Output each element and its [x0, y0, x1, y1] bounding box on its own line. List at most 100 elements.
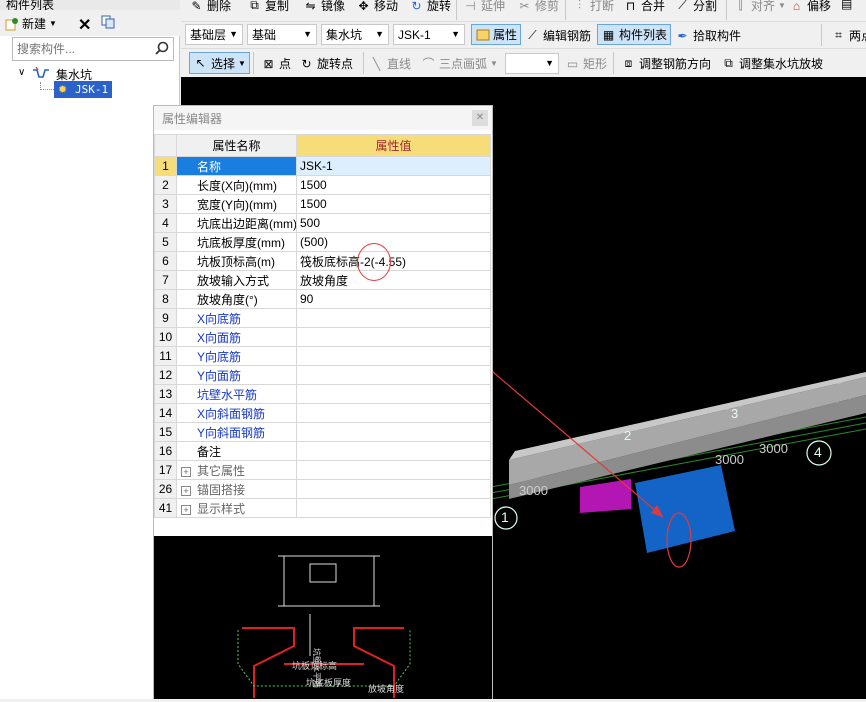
delete-button[interactable]: ✎ 删除	[189, 0, 231, 14]
offset-button[interactable]: ⌂ 偏移	[789, 0, 831, 14]
type-value: 集水坑	[326, 28, 363, 42]
extend-label: 延伸	[481, 0, 506, 13]
line-label: 直线	[387, 57, 412, 71]
offset-icon: ⌂	[792, 0, 801, 13]
point-button[interactable]: ⊠ 点	[261, 55, 291, 72]
select-button[interactable]: ↖ 选择 ▼	[189, 52, 250, 74]
rotate-point-button[interactable]: ↻ 旋转点	[299, 55, 353, 72]
rebar-icon: ⟋	[528, 28, 537, 42]
table-row[interactable]: 8 放坡角度(°) 90	[154, 289, 491, 309]
arc-button[interactable]: ⌒ 三点画弧 ▼	[421, 55, 497, 72]
two-points-label: 两点	[849, 29, 866, 43]
tree-item-label: JSK-1	[75, 83, 109, 96]
mirror-label: 镜像	[321, 0, 346, 13]
table-row-group[interactable]: 17 + 其它属性	[154, 460, 491, 480]
dim-label-3: 3000	[759, 441, 788, 456]
table-row[interactable]: 6 坑板顶标高(m) 筏板底标高-2(-4.55)	[154, 251, 491, 271]
rotate-button[interactable]: ↻ 旋转	[409, 0, 451, 14]
break-label: 打断	[590, 0, 615, 13]
axis-label-1: 1	[501, 509, 509, 525]
tree-item-jsk-1[interactable]: ✹ JSK-1	[54, 81, 112, 98]
table-row[interactable]: 12 Y向面筋	[154, 365, 491, 385]
expand-icon[interactable]: +	[181, 485, 191, 496]
adjust-rebar-button[interactable]: ⧈ 调整钢筋方向	[621, 55, 711, 72]
search-icon[interactable]	[155, 41, 169, 58]
left-toolbar: 新建 ▼ ✕	[0, 10, 180, 36]
arc-mode-select[interactable]: ▼	[505, 53, 559, 74]
copy-button[interactable]: ⧉ 复制	[247, 0, 289, 14]
dim-label-1: 3000	[519, 483, 548, 498]
table-row[interactable]: 3 宽度(Y向)(mm) 1500	[154, 194, 491, 214]
type-select[interactable]: 集水坑 ▼	[321, 24, 389, 45]
pick-button[interactable]: ✒ 拾取构件	[675, 27, 741, 44]
component-select[interactable]: JSK-1 ▼	[393, 24, 465, 45]
table-row[interactable]: 9 X向底筋	[154, 308, 491, 328]
new-button[interactable]: 新建 ▼	[4, 15, 57, 32]
property-button[interactable]: 属性	[471, 24, 522, 45]
move-button[interactable]: ✥ 移动	[356, 0, 398, 14]
two-points-button[interactable]: ⌗ 两点	[831, 27, 866, 44]
break-button[interactable]: ⫶ 打断	[572, 0, 614, 14]
category-select[interactable]: 基础 ▼	[247, 24, 317, 45]
table-row[interactable]: 7 放坡输入方式 放坡角度	[154, 270, 491, 290]
component-list-button[interactable]: ▦ 构件列表	[597, 24, 672, 45]
mirror-button[interactable]: ⇋ 镜像	[303, 0, 345, 14]
two-points-icon: ⌗	[835, 28, 842, 42]
table-row-group[interactable]: 41 + 显示样式	[154, 498, 491, 518]
adjust-slope-button[interactable]: ⧉ 调整集水坑放坡	[721, 55, 823, 72]
point-label: 点	[279, 57, 292, 71]
trim-icon: ✂	[519, 0, 530, 13]
toolbar-row-1: ✎ 删除 ⧉ 复制 ⇋ 镜像 ✥ 移动 ↻ 旋转 ⊣ 延伸 ✂ 修剪 ⫶ 打断 ⊓ 合并 ⟋ 分割 …	[181, 0, 866, 20]
rect-icon: ▭	[566, 56, 579, 71]
split-icon: ⟋	[678, 0, 687, 12]
align-button[interactable]: ⫿ 对齐 ▼	[733, 0, 786, 14]
new-component-icon	[4, 16, 19, 31]
axis-label-3: 3	[731, 406, 739, 421]
rotate-point-label: 旋转点	[317, 57, 354, 71]
table-row[interactable]: 1 名称 JSK-1	[154, 156, 491, 176]
rotate-icon: ↻	[411, 0, 422, 13]
line-button[interactable]: ╲ 直线	[369, 55, 411, 72]
merge-icon: ⊓	[625, 0, 636, 13]
split-button[interactable]: ⟋ 分割	[675, 0, 717, 14]
floor-value: 基础层	[190, 28, 227, 42]
col-name-header: 属性名称	[176, 134, 297, 157]
cursor-icon: ↖	[195, 56, 206, 70]
property-editor: 属性编辑器 ✕ 属性名称 属性值 1 名称 JSK-1 2 长度(X向)(mm) 150…	[153, 105, 493, 699]
search-box	[12, 37, 174, 61]
arc-label: 三点画弧	[439, 57, 488, 71]
table-row[interactable]: 2 长度(X向)(mm) 1500	[154, 175, 491, 195]
highlight-circle	[357, 243, 391, 281]
merge-button[interactable]: ⊓ 合并	[623, 0, 665, 14]
expand-icon[interactable]: +	[181, 504, 191, 515]
table-row[interactable]: 13 坑壁水平筋	[154, 384, 491, 404]
edit-rebar-button[interactable]: ⟋ 编辑钢筋	[525, 27, 591, 44]
new-label: 新建	[22, 17, 47, 31]
floor-select[interactable]: 基础层 ▼	[185, 24, 243, 45]
table-row[interactable]: 15 Y向斜面钢筋	[154, 422, 491, 442]
table-row-group[interactable]: 26 + 锚固搭接	[154, 479, 491, 499]
copy-label: 复制	[265, 0, 290, 13]
table-row[interactable]: 14 X向斜面钢筋	[154, 403, 491, 423]
copy-icon[interactable]	[100, 14, 116, 30]
expand-icon[interactable]: +	[181, 466, 191, 477]
search-input[interactable]	[13, 38, 151, 60]
delete-icon[interactable]: ✕	[78, 15, 91, 35]
move-icon: ✥	[358, 0, 369, 13]
panel-title-text: 构件列表	[6, 0, 55, 10]
table-row[interactable]: 10 X向面筋	[154, 327, 491, 347]
table-row[interactable]: 11 Y向底筋	[154, 346, 491, 366]
table-row[interactable]: 5 坑底板厚度(mm) (500)	[154, 232, 491, 252]
adjust-slope-label: 调整集水坑放坡	[739, 57, 824, 71]
trim-button[interactable]: ✂ 修剪	[517, 0, 559, 14]
more-icon[interactable]: ▤	[841, 0, 852, 11]
rect-button[interactable]: ▭ 矩形	[565, 55, 607, 72]
drawing-label-slope: 放坡角度	[368, 683, 404, 694]
property-icon	[475, 27, 490, 42]
collapse-icon[interactable]: ∨	[18, 67, 25, 78]
table-row[interactable]: 16 备注	[154, 441, 491, 461]
close-icon[interactable]: ✕	[472, 110, 488, 126]
extend-button[interactable]: ⊣ 延伸	[463, 0, 505, 14]
table-row[interactable]: 4 坑底出边距离(mm) 500	[154, 213, 491, 233]
offset-label: 偏移	[807, 0, 832, 13]
